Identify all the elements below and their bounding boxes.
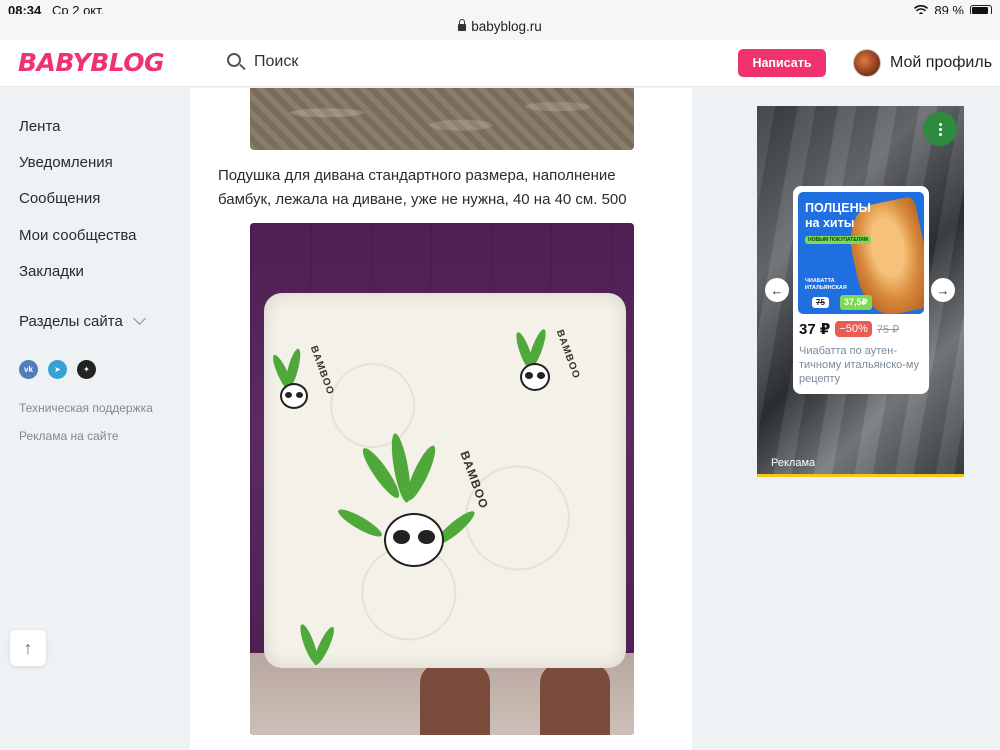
more-icon xyxy=(938,122,942,137)
vk-icon[interactable]: vk xyxy=(19,360,38,379)
ad-banner[interactable]: ПОЛЦЕНЫ на хиты НОВЫМ ПОКУПАТЕЛЯМ ЧИАБАТ… xyxy=(798,192,924,314)
ad-accent-line xyxy=(757,474,964,477)
chevron-down-icon[interactable] xyxy=(132,312,146,325)
zen-icon[interactable]: ✦ xyxy=(77,360,96,379)
ad-banner-product-1: ЧИАБАТТА xyxy=(805,278,835,284)
address-text[interactable]: babyblog.ru xyxy=(0,19,1000,34)
ad-banner-product-2: ИТАЛЬЯНСКАЯ xyxy=(805,285,847,291)
search-box[interactable]: Поиск xyxy=(226,52,298,72)
ad-banner-product: ЧИАБАТТА ИТАЛЬЯНСКАЯ xyxy=(805,278,847,292)
panda-illustration xyxy=(520,363,550,391)
sidebar-item-messages[interactable]: Сообщения xyxy=(19,190,100,207)
post-image-1[interactable] xyxy=(250,88,634,150)
profile-label[interactable]: Мой профиль xyxy=(890,54,992,72)
post-text: Подушка для дивана стандартного размера,… xyxy=(218,167,627,208)
panda-illustration xyxy=(280,383,308,409)
sidebar-item-notifications[interactable]: Уведомления xyxy=(19,154,113,171)
leg xyxy=(540,663,610,735)
lock-icon xyxy=(458,19,467,31)
site-logo[interactable]: BABYBLOG xyxy=(18,48,165,77)
ad-menu-button[interactable] xyxy=(923,112,957,146)
telegram-icon[interactable]: ➤ xyxy=(48,360,67,379)
ad-banner-title-2: на хиты xyxy=(805,216,855,230)
profile-link[interactable]: Мой профиль xyxy=(853,49,992,77)
post-content: Подушка для дивана стандартного размера,… xyxy=(190,88,692,750)
bamboo-leaf xyxy=(335,505,385,541)
scroll-up-button[interactable]: ↑ xyxy=(10,630,46,666)
ad-description[interactable]: Чиабатта по аутен-тичному итальянско-му … xyxy=(799,344,925,386)
ad-banner-title: ПОЛЦЕНЫ на хиты xyxy=(805,201,871,231)
url-label: babyblog.ru xyxy=(471,19,542,34)
bamboo-label: BAMBOO xyxy=(457,449,492,511)
search-icon[interactable] xyxy=(226,52,246,72)
ad-banner-title-1: ПОЛЦЕНЫ xyxy=(805,201,871,215)
social-links: vk ➤ ✦ xyxy=(19,360,96,379)
arrow-left-icon[interactable]: ← xyxy=(765,278,789,302)
ads-link[interactable]: Реклама на сайте xyxy=(19,429,119,443)
ad-old-price: 75 ₽ xyxy=(876,323,900,336)
ad-banner-pill: НОВЫМ ПОКУПАТЕЛЯМ xyxy=(805,236,871,244)
pillow: BAMBOO BAMBOO BAMBOO xyxy=(264,293,626,668)
ad-banner-old-price: 75 xyxy=(812,297,829,308)
avatar[interactable] xyxy=(853,49,881,77)
address-bar[interactable]: babyblog.ru xyxy=(0,14,1000,40)
site-header: BABYBLOG Поиск Написать Мой профиль xyxy=(0,40,1000,87)
post-image-2[interactable]: BAMBOO BAMBOO BAMBOO xyxy=(250,223,634,735)
ad-block[interactable]: ← → ПОЛЦЕНЫ на хиты НОВЫМ ПОКУПАТЕЛЯМ ЧИ… xyxy=(757,106,964,474)
ad-price-row: 37 ₽ −50% 75 ₽ xyxy=(799,320,899,338)
sidebar-item-bookmarks[interactable]: Закладки xyxy=(19,263,84,280)
ad-card[interactable]: ПОЛЦЕНЫ на хиты НОВЫМ ПОКУПАТЕЛЯМ ЧИАБАТ… xyxy=(793,186,929,394)
panda-illustration xyxy=(384,513,444,567)
sidebar-item-feed[interactable]: Лента xyxy=(19,118,61,135)
arrow-up-icon: ↑ xyxy=(23,637,33,658)
write-button[interactable]: Написать xyxy=(738,49,826,77)
sections-dropdown[interactable]: Разделы сайта xyxy=(19,312,146,330)
arrow-right-icon[interactable]: → xyxy=(931,278,955,302)
support-link[interactable]: Техническая поддержка xyxy=(19,401,153,415)
search-label[interactable]: Поиск xyxy=(254,53,298,71)
leg xyxy=(420,663,490,735)
sections-label[interactable]: Разделы сайта xyxy=(19,313,123,330)
bamboo-label: BAMBOO xyxy=(307,344,336,397)
bamboo-label: BAMBOO xyxy=(553,328,582,381)
ad-price: 37 ₽ xyxy=(799,321,831,338)
sidebar-item-communities[interactable]: Мои сообщества xyxy=(19,227,137,244)
ad-discount-badge: −50% xyxy=(835,321,872,337)
ad-banner-new-price: 37,5₽ xyxy=(840,295,872,310)
ad-label: Реклама xyxy=(771,457,816,469)
